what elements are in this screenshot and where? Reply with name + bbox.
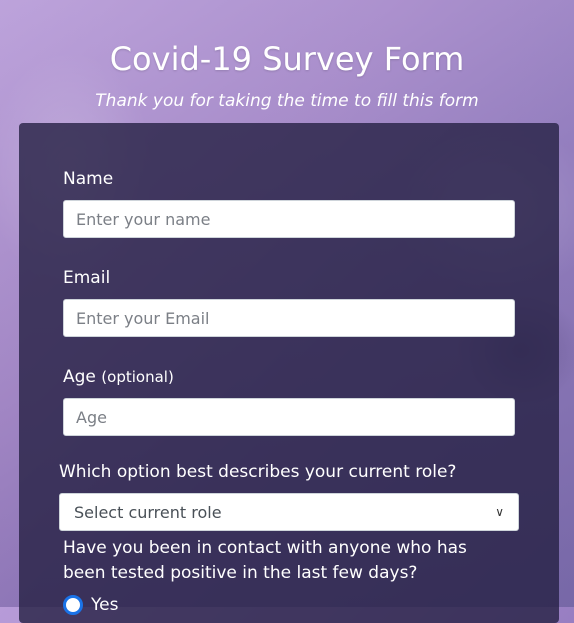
age-label-text: Age: [63, 367, 96, 387]
page-title: Covid-19 Survey Form: [109, 40, 465, 78]
survey-form: Name Email Age (optional) Which option b…: [19, 123, 559, 623]
age-label: Age (optional): [63, 367, 174, 387]
radio-button[interactable]: [63, 595, 83, 615]
email-label: Email: [63, 268, 111, 288]
contact-question: Have you been in contact with anyone who…: [63, 538, 467, 583]
chevron-down-icon: ∨: [495, 505, 504, 519]
age-optional-hint: (optional): [101, 368, 174, 386]
age-input[interactable]: [63, 398, 515, 436]
name-label: Name: [63, 169, 114, 189]
radio-label-yes: Yes: [91, 595, 119, 615]
name-input[interactable]: [63, 200, 515, 238]
page-subtitle: Thank you for taking the time to fill th…: [95, 91, 479, 111]
role-select[interactable]: Select current role ∨: [59, 493, 519, 531]
email-input[interactable]: [63, 299, 515, 337]
role-question: Which option best describes your current…: [59, 462, 457, 482]
contact-option-yes[interactable]: Yes: [63, 595, 118, 615]
role-select-value: Select current role: [74, 502, 222, 522]
